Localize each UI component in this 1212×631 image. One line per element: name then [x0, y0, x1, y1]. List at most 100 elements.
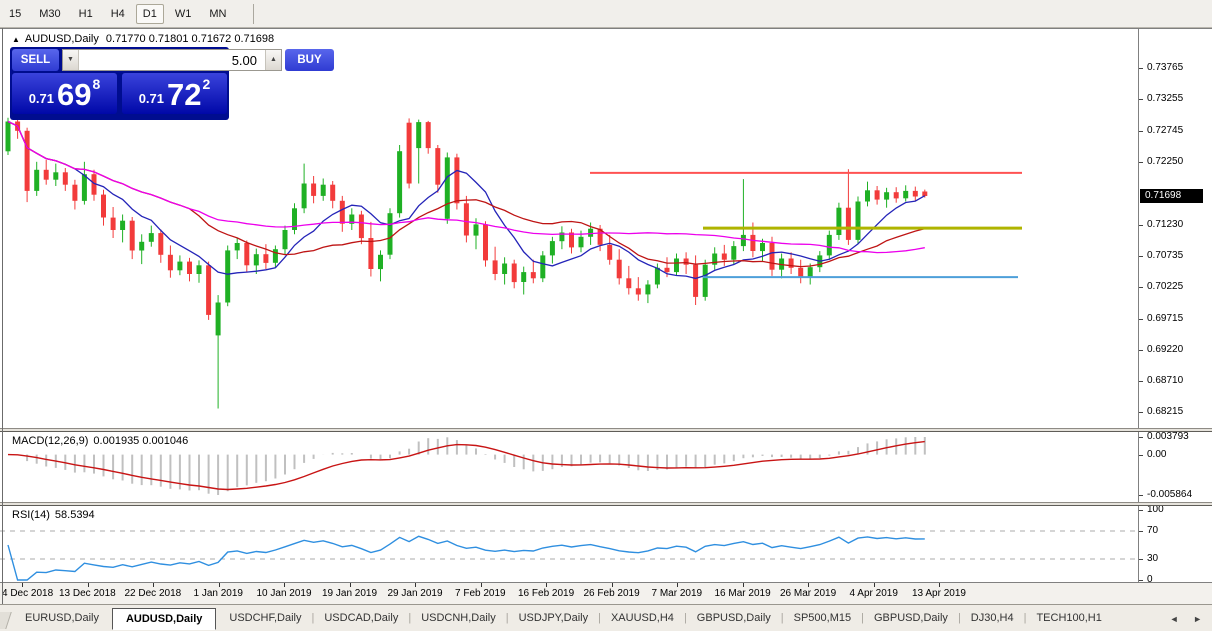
tab-scroll-left-icon[interactable]: ◄	[1170, 614, 1179, 624]
sell-price-prefix: 0.71	[28, 91, 55, 106]
timeframe-button-W1[interactable]: W1	[168, 4, 199, 24]
candle-body	[874, 190, 880, 200]
axis-tick	[1139, 349, 1143, 351]
candle-body	[129, 220, 135, 251]
axis-tick	[1139, 318, 1143, 320]
date-axis-label: 26 Mar 2019	[780, 588, 837, 599]
chart-tab-audusd-daily[interactable]: AUDUSD,Daily	[111, 607, 217, 630]
price-axis-label: 0.69715	[1147, 312, 1184, 324]
candle-body	[311, 183, 317, 196]
chart-tab-usdcad-daily[interactable]: USDCAD,Daily	[314, 608, 408, 628]
price-axis-label: 0.70735	[1147, 249, 1184, 261]
price-axis-label: 0.72250	[1147, 155, 1184, 167]
axis-tick	[1139, 131, 1143, 133]
candle-body	[836, 207, 842, 235]
timeframe-button-H1[interactable]: H1	[72, 4, 100, 24]
chart-tab-sp500-m15[interactable]: SP500,M15	[784, 608, 861, 628]
candle-body	[721, 253, 727, 260]
axis-tick	[1139, 411, 1143, 413]
axis-tick	[1139, 287, 1143, 289]
buy-price-display[interactable]: 0.71 72 2	[122, 73, 227, 114]
timeframe-button-MN[interactable]: MN	[202, 4, 233, 24]
candle-body	[798, 267, 804, 278]
candle-body	[903, 190, 909, 199]
candle-body	[368, 238, 374, 269]
candle-body	[425, 122, 431, 149]
candle-body	[473, 224, 479, 236]
chart-tab-tech100-h1[interactable]: TECH100,H1	[1026, 608, 1111, 628]
candle-body	[120, 220, 126, 230]
chart-tab-usdchf-daily[interactable]: USDCHF,Daily	[219, 608, 311, 628]
chart-tab-xauusd-h4[interactable]: XAUUSD,H4	[601, 608, 684, 628]
axis-tick	[1139, 99, 1143, 101]
macd-pane-splitter[interactable]	[0, 428, 1212, 432]
candle-body	[664, 267, 670, 273]
candle-body	[502, 263, 508, 274]
date-tick	[415, 583, 416, 587]
date-axis-label: 4 Apr 2019	[849, 588, 898, 599]
candle-body	[769, 243, 775, 270]
chart-tab-usdcnh-daily[interactable]: USDCNH,Daily	[411, 608, 506, 628]
candle-body	[272, 249, 278, 263]
one-click-collapse-arrow[interactable]: ▲	[12, 35, 20, 44]
candle-body	[483, 224, 488, 261]
price-axis-label: 0.73255	[1147, 93, 1184, 105]
candle-body	[454, 157, 460, 204]
date-axis-label: 16 Mar 2019	[714, 588, 771, 599]
candle-body	[444, 157, 450, 219]
macd-axis-label: -0.005864	[1147, 489, 1193, 500]
date-axis-label: 29 Jan 2019	[387, 588, 443, 599]
candle-body	[435, 148, 441, 185]
buy-price-big-digits: 72	[167, 77, 202, 112]
sell-price-display[interactable]: 0.71 69 8	[12, 73, 117, 114]
candle-body	[387, 213, 393, 255]
rsi-axis-label: 30	[1147, 553, 1159, 564]
candle-body	[34, 169, 40, 191]
volume-input[interactable]	[79, 50, 265, 70]
candle-body	[845, 207, 851, 240]
chevron-down-icon: ▼	[67, 56, 74, 63]
candle-body	[693, 264, 699, 297]
candle-body	[740, 234, 746, 247]
tab-scroll-right-icon[interactable]: ►	[1193, 614, 1202, 624]
chart-tab-dj30-h4[interactable]: DJ30,H4	[961, 608, 1024, 628]
volume-increase-button[interactable]: ▲	[265, 50, 281, 70]
price-axis-label: 0.68215	[1147, 405, 1184, 417]
candle-body	[187, 261, 192, 274]
candle-body	[626, 278, 632, 289]
chart-legend: ▲ AUDUSD,Daily 0.71770 0.71801 0.71672 0.7…	[12, 33, 274, 45]
axis-tick	[1139, 255, 1143, 257]
macd-axis-label: 0.00	[1147, 448, 1167, 460]
timeframe-button-15[interactable]: 15	[2, 4, 28, 24]
candle-body	[807, 267, 813, 278]
rsi-axis-label: 70	[1147, 525, 1159, 536]
chart-frame-left-border	[2, 28, 3, 604]
candle-body	[635, 288, 641, 295]
rsi-pane-splitter[interactable]	[0, 502, 1212, 506]
date-axis-label: 13 Dec 2018	[59, 588, 116, 599]
candle-body	[912, 190, 918, 197]
chart-tab-gbpusd-daily[interactable]: GBPUSD,Daily	[864, 608, 958, 628]
candle-body	[196, 265, 202, 274]
timeframe-button-M30[interactable]: M30	[32, 4, 67, 24]
macd-label: MACD(12,26,9) 0.001935 0.001046	[12, 435, 189, 447]
chart-tab-eurusd-daily[interactable]: EURUSD,Daily	[15, 608, 109, 628]
rsi-indicator-canvas[interactable]	[0, 506, 1138, 582]
chart-tab-usdjpy-daily[interactable]: USDJPY,Daily	[509, 608, 599, 628]
volume-decrease-button[interactable]: ▼	[63, 50, 79, 70]
date-tick	[284, 583, 285, 587]
buy-button[interactable]: BUY	[285, 49, 334, 71]
date-tick	[349, 583, 351, 587]
clipped-tab-stub[interactable]	[0, 611, 12, 629]
timeframe-button-H4[interactable]: H4	[104, 4, 132, 24]
date-axis-label: 1 Jan 2019	[193, 588, 244, 599]
candlesticks	[5, 115, 928, 409]
tab-scroll-arrows: ◄ ►	[1158, 614, 1202, 624]
candle-body	[884, 192, 890, 200]
chart-tab-gbpusd-daily[interactable]: GBPUSD,Daily	[687, 608, 781, 628]
sell-button[interactable]: SELL	[12, 49, 59, 71]
timeframe-button-D1[interactable]: D1	[135, 3, 164, 24]
candle-body	[549, 241, 555, 256]
macd-current-values: 0.001935 0.001046	[93, 435, 189, 447]
candle-body	[253, 254, 259, 266]
